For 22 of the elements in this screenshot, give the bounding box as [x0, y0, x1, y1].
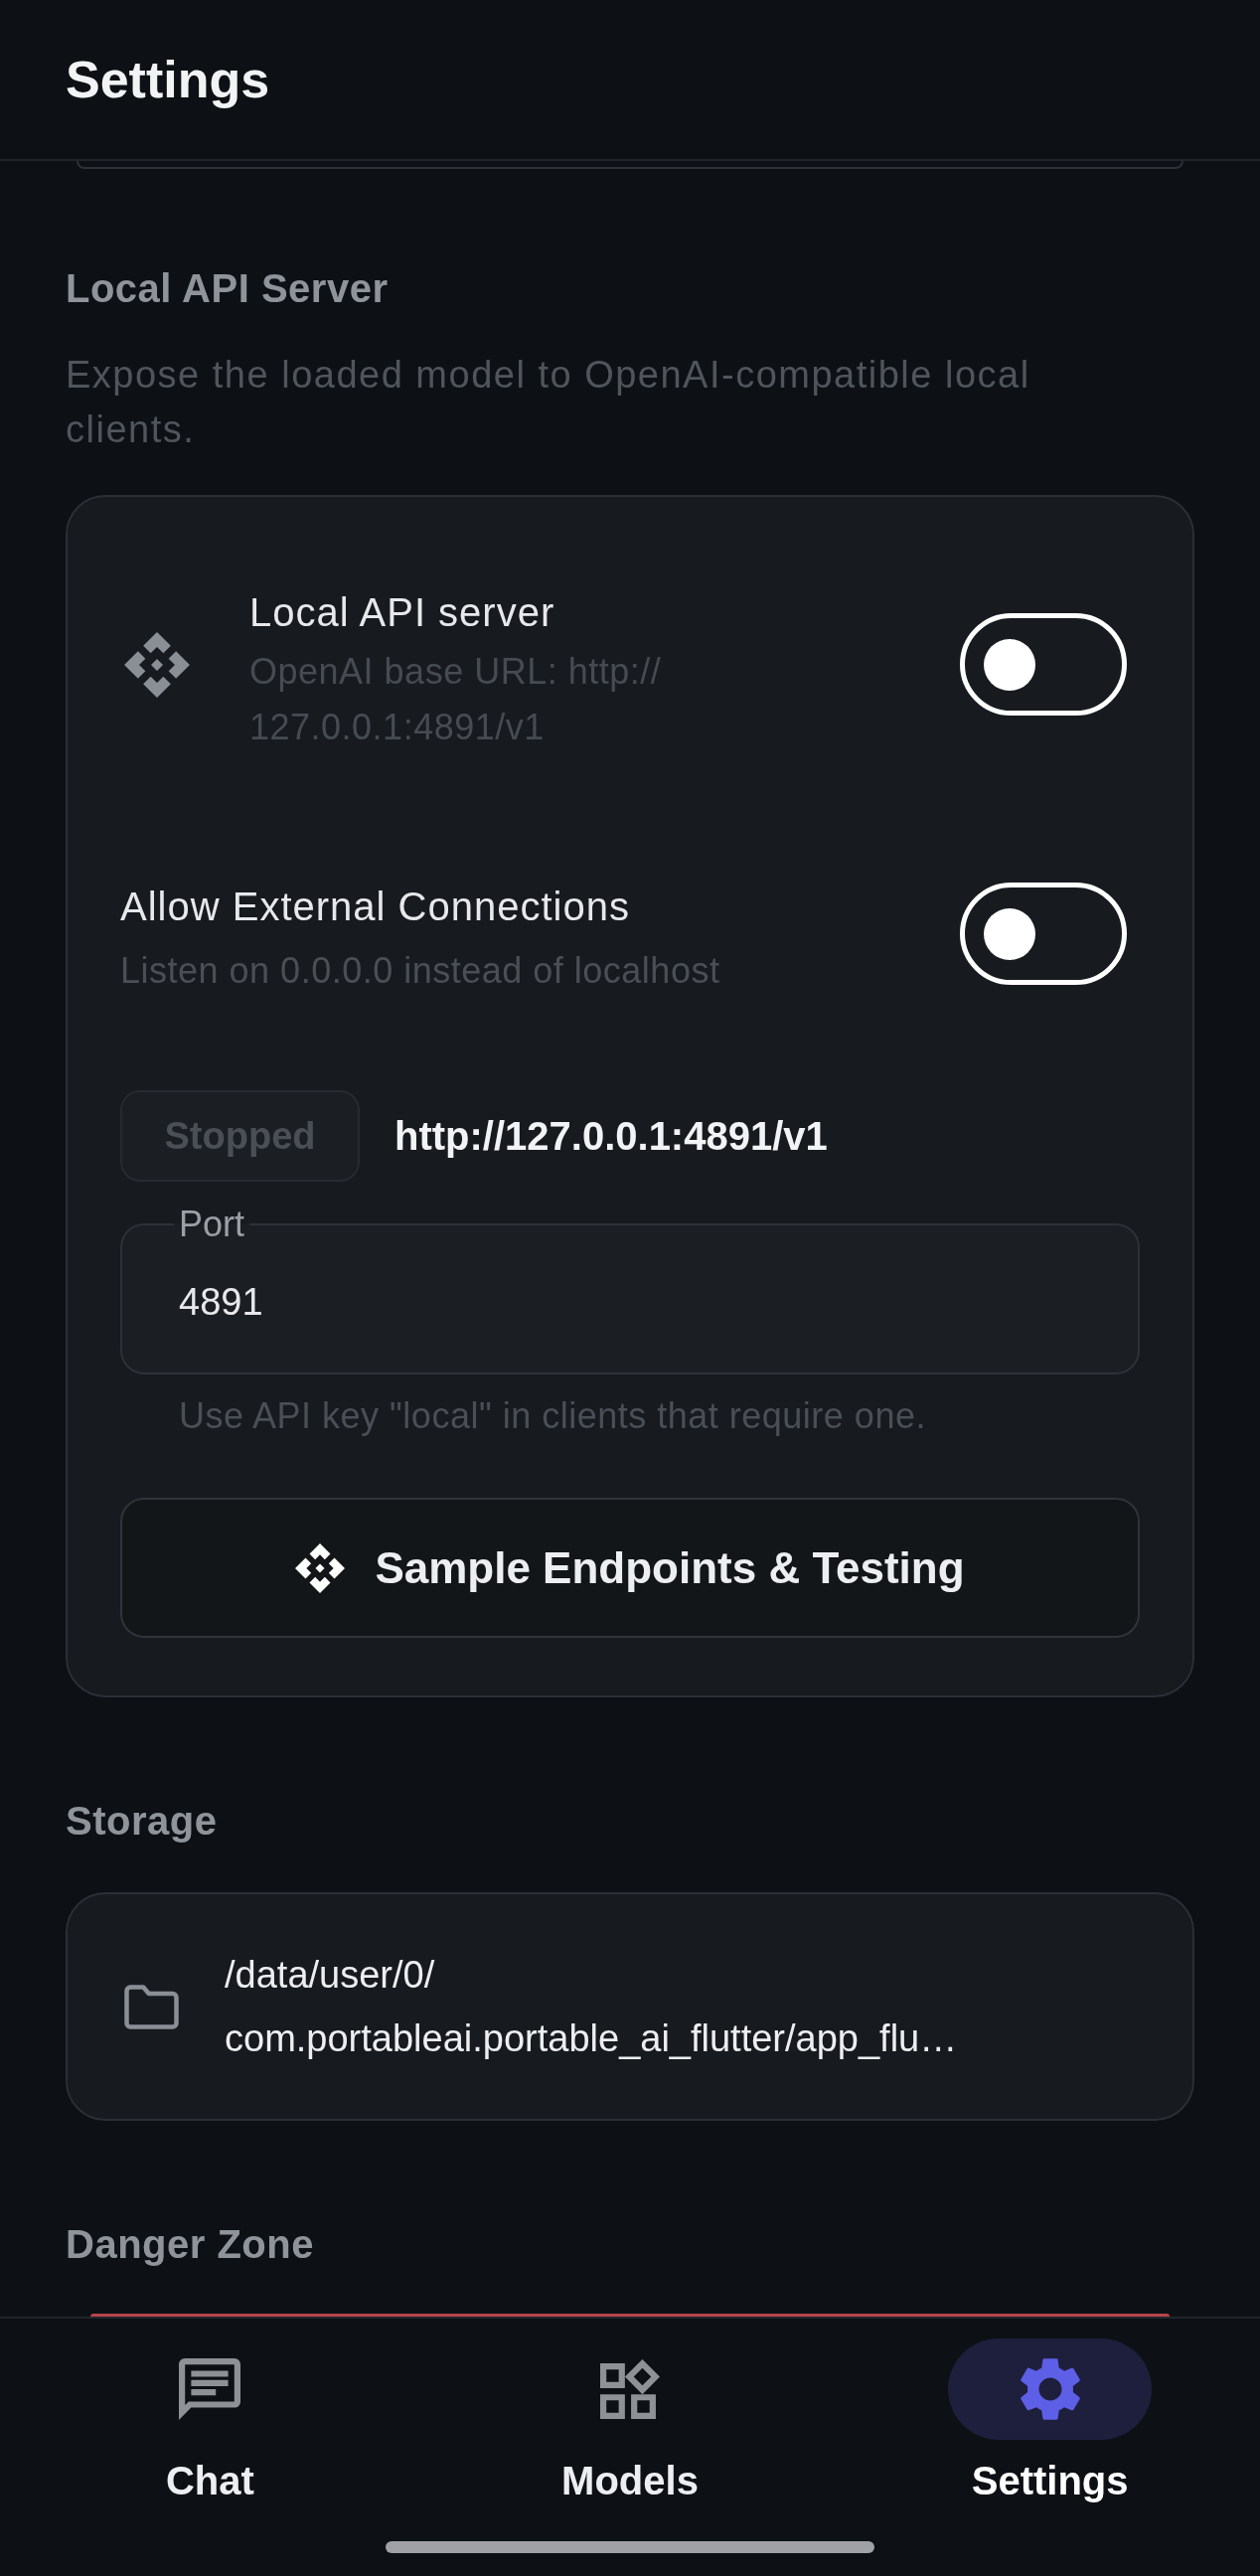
- shapes-grid-icon: [600, 2359, 660, 2419]
- nav-tab[interactable]: Models: [419, 2338, 841, 2505]
- toggle-switch[interactable]: [960, 883, 1127, 985]
- nav-tab[interactable]: Settings: [840, 2338, 1260, 2505]
- chat-icon: [179, 2358, 241, 2420]
- server-url: http://127.0.0.1:4891/v1: [394, 1113, 828, 1160]
- diamond-icon: [295, 1542, 346, 1593]
- storage-path: /data/user/0/ com.portableai.portable_ai_flutter/app_flu…: [225, 1953, 958, 2061]
- endpoints-button[interactable]: Sample Endpoints & Testing: [120, 1498, 1140, 1638]
- folder-icon: [124, 1984, 179, 2029]
- section-heading: Danger Zone: [66, 2221, 315, 2268]
- nav-tab[interactable]: Chat: [0, 2338, 420, 2505]
- diamond-icon: [124, 632, 190, 698]
- field-label: Port: [178, 1203, 246, 1246]
- settings-icon: [1020, 2357, 1080, 2421]
- section-heading: Storage: [66, 1798, 219, 1845]
- page-title: Settings: [66, 50, 270, 109]
- section-heading: Local API Server: [66, 265, 390, 312]
- setting-title: Local API server: [249, 589, 556, 636]
- toggle-switch[interactable]: [960, 613, 1127, 716]
- section-description: Expose the loaded model to OpenAI-compatible local clients.: [66, 353, 1031, 452]
- setting-title: Allow External Connections: [120, 884, 631, 930]
